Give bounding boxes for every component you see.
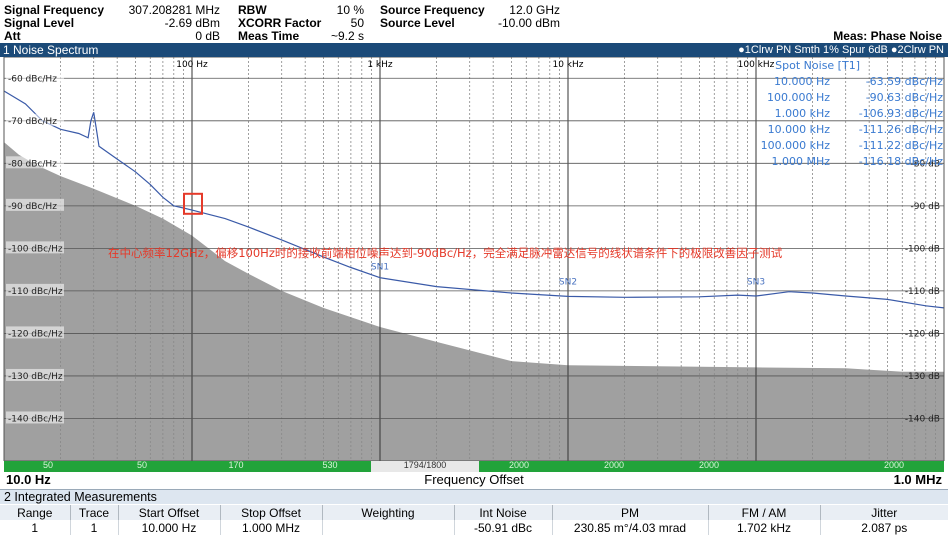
noise-spectrum-plot[interactable]: SN1 SN2 SN3 100 Hz 1 kHz 10 kHz 100 kHz -60 d… xyxy=(0,57,948,461)
spot-noise-frequency: 10.000 Hz xyxy=(774,75,830,88)
spot-noise-title: Spot Noise [T1] xyxy=(775,59,860,72)
marker-label: SN1 xyxy=(371,263,389,273)
frequency-axis-row: 10.0 Hz Frequency Offset 1.0 MHz xyxy=(0,472,948,488)
signal-frequency-label: Signal Frequency xyxy=(4,3,105,17)
segment-label: 50 xyxy=(42,460,54,470)
measurement-mode: Meas: Phase Noise xyxy=(833,29,942,43)
integrated-measurements-table: Range Trace Start Offset Stop Offset Wei… xyxy=(0,505,948,535)
y-tick-label: -90 dBc/Hz xyxy=(8,202,57,212)
y-tick-label: -60 dBc/Hz xyxy=(8,74,57,84)
right-tick-label: -140 dB xyxy=(905,414,940,424)
spot-noise-frequency: 1.000 MHz xyxy=(771,155,830,168)
column-header-range[interactable]: Range xyxy=(0,505,71,520)
spot-noise-frequency: 1.000 kHz xyxy=(775,107,831,120)
table-row[interactable]: 1 1 10.000 Hz 1.000 MHz -50.91 dBc 230.8… xyxy=(0,520,948,535)
source-level-label: Source Level xyxy=(380,16,455,30)
x-tick-label: 100 Hz xyxy=(176,60,208,70)
segment-label: 2000 xyxy=(603,460,625,470)
axis-title: Frequency Offset xyxy=(424,472,524,487)
spot-noise-value: -106.93 dBc/Hz xyxy=(859,107,944,120)
integrated-measurements-titlebar[interactable]: 2 Integrated Measurements xyxy=(0,489,948,504)
y-tick-labels: -60 dBc/Hz -70 dBc/Hz -80 dBc/Hz -90 dBc/Hz… xyxy=(6,71,64,424)
column-header-int-noise[interactable]: Int Noise xyxy=(454,505,553,520)
signal-level-value: -2.69 dBm xyxy=(164,16,220,30)
occupied-segments-bar: 50 50 170 530 1794/1800 2000 2000 2000 2… xyxy=(4,460,944,472)
right-tick-label: -100 dB xyxy=(905,244,940,254)
right-tick-label: -90 dB xyxy=(911,202,940,212)
noise-spectrum-titlebar[interactable]: 1 Noise Spectrum ●1Clrw PN Smth 1% Spur … xyxy=(0,43,948,57)
spot-noise-frequency: 100.000 Hz xyxy=(767,91,830,104)
segment-label: 2000 xyxy=(508,460,530,470)
cell-trace: 1 xyxy=(70,520,119,535)
column-header-start-offset[interactable]: Start Offset xyxy=(118,505,221,520)
measurement-header: Signal Frequency 307.208281 MHz RBW 10 %… xyxy=(0,0,948,43)
y-tick-label: -110 dBc/Hz xyxy=(8,287,63,297)
marker-label: SN2 xyxy=(559,278,577,288)
spot-noise-frequency: 100.000 kHz xyxy=(761,139,831,152)
x-tick-label: 1 kHz xyxy=(367,60,393,70)
column-header-jitter[interactable]: Jitter xyxy=(820,505,948,520)
column-header-trace[interactable]: Trace xyxy=(70,505,119,520)
meas-time-label: Meas Time xyxy=(238,29,300,43)
right-tick-label: -130 dB xyxy=(905,372,940,382)
spot-noise-value: -116.18 dBc/Hz xyxy=(859,155,944,168)
column-header-stop-offset[interactable]: Stop Offset xyxy=(220,505,323,520)
source-level-value: -10.00 dBm xyxy=(497,16,560,30)
x-tick-label: 10 kHz xyxy=(552,60,583,70)
rbw-label: RBW xyxy=(238,3,267,17)
y-tick-label: -100 dBc/Hz xyxy=(8,244,63,254)
spot-noise-value: -111.22 dBc/Hz xyxy=(859,139,944,152)
annotation-text: 在中心频率12GHz，偏移100Hz时的接收前端相位噪声达到-90dBc/Hz，… xyxy=(108,246,783,260)
xcorr-factor-value: 50 xyxy=(350,16,364,30)
segment-label: 530 xyxy=(322,460,338,470)
window-title: 1 Noise Spectrum xyxy=(3,43,99,57)
signal-level-label: Signal Level xyxy=(4,16,75,30)
cell-weighting xyxy=(322,520,455,535)
cell-jitter: 2.087 ps xyxy=(861,520,908,535)
y-tick-label: -120 dBc/Hz xyxy=(8,329,63,339)
integrated-measurements-title: 2 Integrated Measurements xyxy=(4,490,157,504)
spot-noise-value: -63.59 dBc/Hz xyxy=(866,75,944,88)
trace-legend: ●1Clrw PN Smth 1% Spur 6dB ●2Clrw PN xyxy=(738,44,944,56)
stop-frequency: 1.0 MHz xyxy=(893,472,942,487)
right-tick-label: -110 dB xyxy=(905,287,940,297)
cell-fm-am: 1.702 kHz xyxy=(708,520,821,535)
cell-start-offset: 10.000 Hz xyxy=(118,520,221,535)
att-value: 0 dB xyxy=(195,29,220,43)
column-header-weighting[interactable]: Weighting xyxy=(322,505,455,520)
marker-label: SN3 xyxy=(747,278,765,288)
cell-pm: 230.85 m°/4.03 mrad xyxy=(552,520,709,535)
segment-label: 2000 xyxy=(883,460,905,470)
spot-noise-value: -90.63 dBc/Hz xyxy=(866,91,944,104)
y-tick-label: -130 dBc/Hz xyxy=(8,372,63,382)
cell-int-noise: -50.91 dBc xyxy=(454,520,553,535)
source-frequency-label: Source Frequency xyxy=(380,3,485,17)
y-tick-label: -70 dBc/Hz xyxy=(8,117,57,127)
meas-time-value: ~9.2 s xyxy=(330,29,364,43)
y-tick-label: -80 dBc/Hz xyxy=(8,159,57,169)
segment-label: 50 xyxy=(136,460,148,470)
cell-range: 1 xyxy=(0,520,71,535)
table-header-row: Range Trace Start Offset Stop Offset Wei… xyxy=(0,505,948,520)
spot-noise-frequency: 10.000 kHz xyxy=(768,123,831,136)
segment-label: 1794/1800 xyxy=(403,460,447,470)
cell-stop-offset: 1.000 MHz xyxy=(220,520,323,535)
right-tick-label: -120 dB xyxy=(905,329,940,339)
y-tick-label: -140 dBc/Hz xyxy=(8,414,63,424)
column-header-pm[interactable]: PM xyxy=(552,505,709,520)
rbw-value: 10 % xyxy=(336,3,364,17)
spot-noise-value: -111.26 dBc/Hz xyxy=(859,123,944,136)
x-tick-label: 100 kHz xyxy=(738,60,775,70)
column-header-fm-am[interactable]: FM / AM xyxy=(708,505,821,520)
segment-label: 170 xyxy=(228,460,244,470)
signal-frequency-value: 307.208281 MHz xyxy=(128,3,220,17)
segment-label: 2000 xyxy=(698,460,720,470)
source-frequency-value: 12.0 GHz xyxy=(509,3,560,17)
att-label: Att xyxy=(4,29,21,43)
